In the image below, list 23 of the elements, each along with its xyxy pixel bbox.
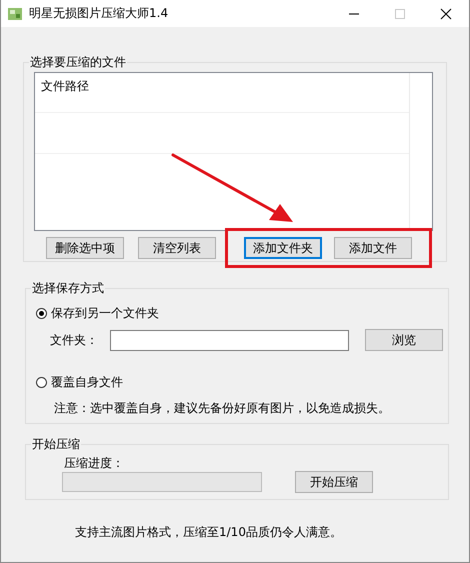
group-label: 选择要压缩的文件 (29, 54, 127, 70)
folder-label: 文件夹： (50, 332, 98, 348)
radio-label[interactable]: 保存到另一个文件夹 (51, 305, 159, 322)
folder-field[interactable] (110, 330, 349, 350)
progress-label: 压缩进度： (64, 455, 124, 472)
group-label: 选择保存方式 (31, 280, 105, 296)
app-icon (7, 6, 23, 22)
radio-button[interactable] (36, 308, 47, 319)
action-button[interactable]: 删除选中项 (46, 237, 124, 259)
browse-button[interactable]: 浏览 (365, 329, 443, 351)
radio-button[interactable] (36, 377, 47, 388)
file-list[interactable]: 文件路径 (34, 72, 433, 231)
warning-note: 注意：选中覆盖自身，建议先备份好原有图片，以免造成损失。 (54, 400, 390, 417)
close-icon[interactable] (440, 8, 452, 20)
radio-label[interactable]: 覆盖自身文件 (51, 374, 123, 391)
footer-text: 支持主流图片格式，压缩至1/10品质仍令人满意。 (75, 524, 343, 541)
start-button[interactable]: 开始压缩 (295, 471, 373, 493)
action-button[interactable]: 添加文件夹 (244, 237, 322, 259)
action-button[interactable]: 添加文件 (334, 237, 412, 259)
column-header: 文件路径 (41, 79, 89, 93)
group-label: 开始压缩 (31, 436, 81, 452)
window-title: 明星无损图片压缩大师1.4 (29, 5, 170, 22)
action-button[interactable]: 清空列表 (138, 237, 216, 259)
